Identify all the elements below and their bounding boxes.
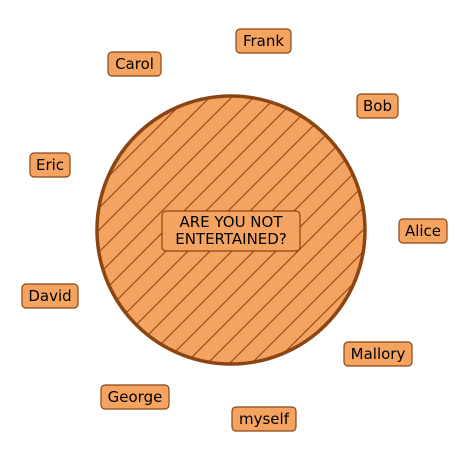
label-text: Carol xyxy=(115,55,154,73)
label-text: David xyxy=(28,287,71,305)
label-text: Alice xyxy=(405,222,441,240)
label-carol: Carol xyxy=(107,51,162,77)
hatch-line xyxy=(0,80,29,380)
label-text: myself xyxy=(239,410,290,428)
label-george: George xyxy=(100,384,170,410)
label-text: Mallory xyxy=(351,345,406,363)
hatch-line xyxy=(455,80,462,380)
hatch-line xyxy=(0,80,7,380)
hatch-line xyxy=(0,80,95,380)
hatch-line xyxy=(0,80,73,380)
label-mallory: Mallory xyxy=(343,341,413,367)
center-label-line-2: ENTERTAINED? xyxy=(175,230,287,248)
label-eric: Eric xyxy=(29,152,71,178)
label-text: Eric xyxy=(36,156,64,174)
label-text: Frank xyxy=(243,32,284,50)
center-label-line-1: ARE YOU NOT xyxy=(179,213,283,231)
label-frank: Frank xyxy=(235,28,292,54)
label-alice: Alice xyxy=(398,218,448,244)
label-myself: myself xyxy=(231,406,297,432)
center-label: ARE YOU NOT ENTERTAINED? xyxy=(161,210,301,252)
circle-diagram: ARE YOU NOT ENTERTAINED? Alice Bob Frank… xyxy=(0,28,462,432)
hatch-line xyxy=(0,80,51,380)
label-text: Bob xyxy=(363,97,392,115)
label-david: David xyxy=(21,283,79,309)
label-text: George xyxy=(108,388,163,406)
label-bob: Bob xyxy=(356,93,399,119)
